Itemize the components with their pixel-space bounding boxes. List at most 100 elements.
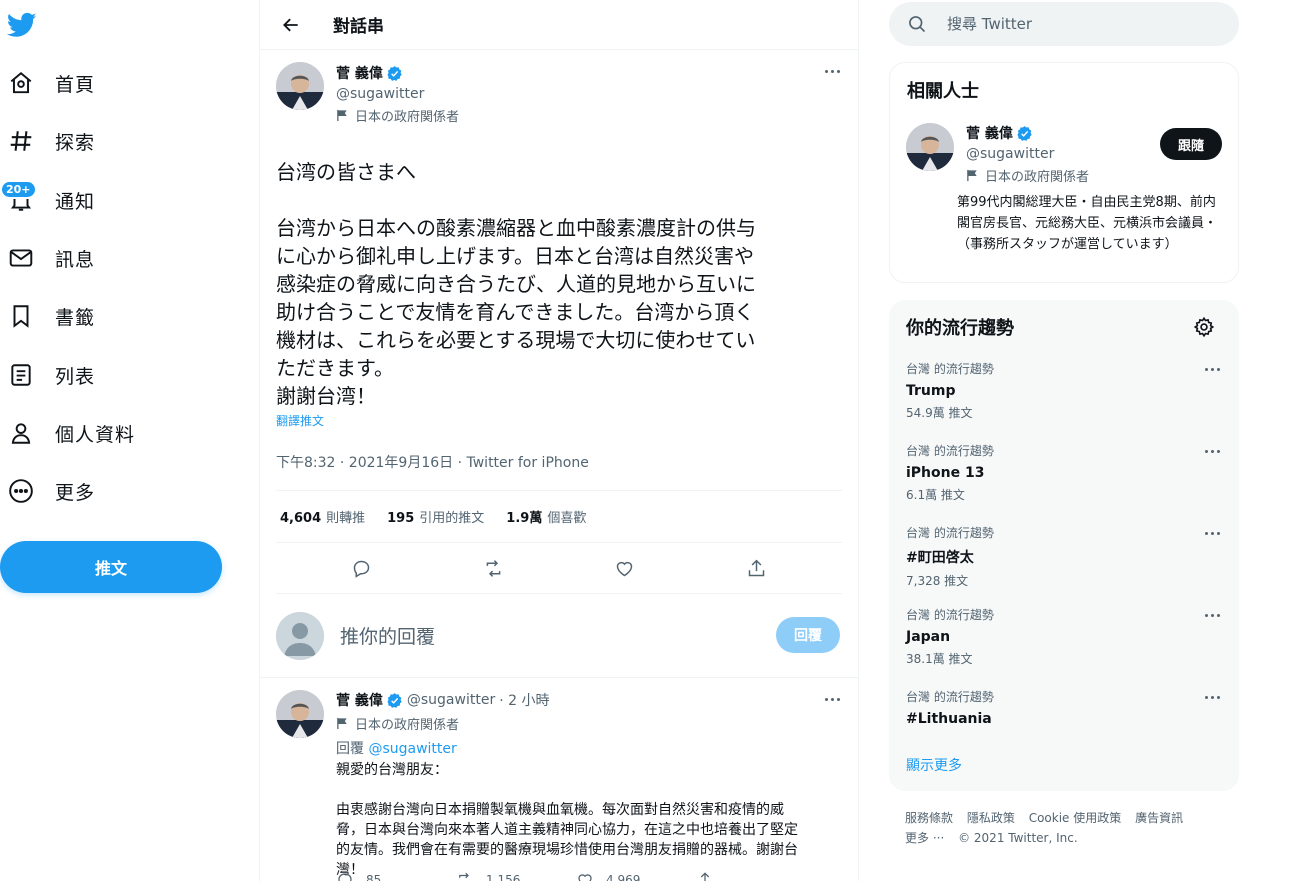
trend-name: #Lithuania: [906, 711, 992, 727]
reply-tweet[interactable]: 菅 義偉 @sugawitter · 2 小時 日本の政府関係者 回覆 @sug…: [260, 678, 858, 880]
related-user[interactable]: 菅 義偉 @sugawitter 日本の政府関係者: [906, 123, 1089, 185]
avatar[interactable]: [276, 62, 324, 110]
trend-count: 54.9萬 推文: [906, 406, 973, 420]
trend-name: Japan: [906, 629, 951, 645]
footer: 服務條款 隱私政策 Cookie 使用政策 廣告資訊 更多 ··· © 2021…: [905, 808, 1225, 848]
more-options-icon[interactable]: [822, 692, 842, 706]
flag-icon: [337, 717, 347, 730]
twitter-logo-icon[interactable]: [6, 10, 37, 40]
footer-link[interactable]: Cookie 使用政策: [1029, 811, 1122, 825]
reply-time[interactable]: · 2 小時: [499, 690, 549, 710]
government-label: 日本の政府関係者: [966, 166, 1089, 185]
reply-icon[interactable]: [344, 550, 380, 586]
reply-count[interactable]: 85: [336, 871, 456, 881]
footer-link[interactable]: 服務條款: [905, 811, 953, 825]
back-arrow-icon[interactable]: [274, 8, 308, 42]
nav-home[interactable]: 首頁: [0, 59, 95, 107]
government-label: 日本の政府関係者: [336, 106, 459, 125]
more-options-icon[interactable]: [822, 64, 842, 78]
footer-link[interactable]: 廣告資訊: [1135, 811, 1183, 825]
related-people-panel: 相關人士 菅 義偉 @sugawitter 日本の政府関係者 第99代内閣総理大…: [889, 62, 1239, 283]
like-heart-icon[interactable]: [607, 550, 643, 586]
like-count[interactable]: 4,969: [576, 871, 696, 881]
flag-icon: [337, 109, 347, 122]
trend-item[interactable]: 台灣 的流行趨勢 Japan 38.1萬 推文: [906, 606, 1222, 688]
nav-label: 探索: [55, 131, 96, 154]
more-options-icon[interactable]: [1202, 608, 1222, 622]
nav-messages[interactable]: 訊息: [0, 234, 95, 282]
main-tweet: 菅 義偉 @sugawitter 日本の政府関係者 台湾の皆さまへ 台湾から日本…: [260, 50, 858, 594]
footer-more[interactable]: 更多 ···: [905, 831, 944, 845]
avatar[interactable]: [906, 123, 954, 171]
nav-explore[interactable]: 探索: [0, 117, 95, 165]
author-name[interactable]: 菅 義偉: [336, 63, 383, 83]
trends-title: 你的流行趨勢: [906, 318, 1014, 339]
copyright: © 2021 Twitter, Inc.: [958, 831, 1078, 845]
own-avatar[interactable]: [276, 611, 324, 660]
like-count[interactable]: 1.9萬 個喜歡: [506, 507, 586, 526]
related-people-title: 相關人士: [907, 81, 979, 102]
nav-bookmarks[interactable]: 書籤: [0, 292, 95, 340]
avatar[interactable]: [276, 690, 324, 738]
nav-profile[interactable]: 個人資料: [0, 409, 135, 457]
retweet-icon[interactable]: [475, 550, 511, 586]
related-handle[interactable]: @sugawitter: [966, 146, 1089, 162]
trend-item[interactable]: 台灣 的流行趨勢 iPhone 13 6.1萬 推文: [906, 442, 1222, 524]
reply-button[interactable]: 回覆: [776, 617, 840, 653]
nav-notifications[interactable]: 20+ 通知: [0, 176, 95, 224]
author-handle[interactable]: @sugawitter: [407, 692, 495, 708]
retweet-count[interactable]: 4,604 則轉推: [280, 507, 365, 526]
header: 對話串: [260, 0, 858, 50]
verified-badge-icon: [1017, 125, 1032, 141]
search-input[interactable]: [947, 15, 1227, 33]
home-icon: [0, 59, 42, 107]
more-options-icon[interactable]: [1202, 362, 1222, 376]
more-options-icon[interactable]: [1202, 526, 1222, 540]
translate-link[interactable]: 翻譯推文: [276, 412, 842, 429]
follow-button[interactable]: 跟隨: [1160, 128, 1222, 160]
more-options-icon[interactable]: [1202, 690, 1222, 704]
reply-icon: [338, 873, 352, 881]
nav-label: 首頁: [55, 73, 96, 96]
trend-item[interactable]: 台灣 的流行趨勢 #町田啓太 7,328 推文: [906, 524, 1222, 606]
trend-count: 38.1萬 推文: [906, 652, 973, 666]
trend-item[interactable]: 台灣 的流行趨勢 Trump 54.9萬 推文: [906, 360, 1222, 442]
nav-lists[interactable]: 列表: [0, 351, 95, 399]
reply-actions: 85 1,156 4,969: [336, 871, 816, 881]
share-icon[interactable]: [696, 871, 816, 881]
bookmark-icon: [0, 292, 42, 340]
more-options-icon[interactable]: [1202, 444, 1222, 458]
author-handle[interactable]: @sugawitter: [336, 86, 459, 102]
gear-icon[interactable]: [1193, 316, 1215, 338]
search-bar[interactable]: [889, 2, 1239, 46]
nav-label: 通知: [55, 190, 96, 213]
show-more-link[interactable]: 顯示更多: [906, 755, 962, 775]
reply-input[interactable]: 推你的回覆: [340, 622, 842, 649]
nav-label: 訊息: [55, 248, 96, 271]
verified-badge-icon: [387, 65, 402, 81]
compose-tweet-button[interactable]: 推文: [0, 541, 222, 593]
nav-more[interactable]: 更多: [0, 467, 95, 515]
retweet-count[interactable]: 1,156: [456, 871, 576, 881]
related-name[interactable]: 菅 義偉: [966, 123, 1013, 143]
share-icon[interactable]: [738, 550, 774, 586]
related-bio: 第99代内閣総理大臣・自由民主党8期、前内閣官房長官、元総務大臣、元横浜市会議員…: [957, 195, 1218, 252]
nav-label: 書籤: [55, 306, 96, 329]
list-icon: [0, 351, 42, 399]
replying-to: 回覆 @sugawitter: [336, 741, 457, 757]
notification-badge: 20+: [0, 180, 37, 199]
nav-label: 列表: [55, 365, 96, 388]
tweet-timestamp[interactable]: 下午8:32 · 2021年9月16日 · Twitter for iPhone: [276, 452, 842, 472]
mail-icon: [0, 234, 42, 282]
search-icon: [909, 16, 926, 33]
reply-to-link[interactable]: @sugawitter: [368, 741, 456, 757]
main-column: 對話串 菅 義偉 @sugawitter 日本の政府関係者 台湾の皆さまへ 台湾…: [259, 0, 859, 881]
flag-icon: [967, 169, 977, 182]
trend-name: #町田啓太: [906, 550, 974, 566]
quote-count[interactable]: 195 引用的推文: [387, 507, 484, 526]
left-nav: 首頁 探索 20+ 通知 訊息 書籤 列表 個人資料 更多 推文: [0, 0, 259, 881]
author-name[interactable]: 菅 義偉: [336, 690, 383, 710]
footer-link[interactable]: 隱私政策: [967, 811, 1015, 825]
trend-name: iPhone 13: [906, 465, 985, 481]
trends-panel: 你的流行趨勢 台灣 的流行趨勢 Trump 54.9萬 推文 台灣 的流行趨勢 …: [889, 300, 1239, 791]
